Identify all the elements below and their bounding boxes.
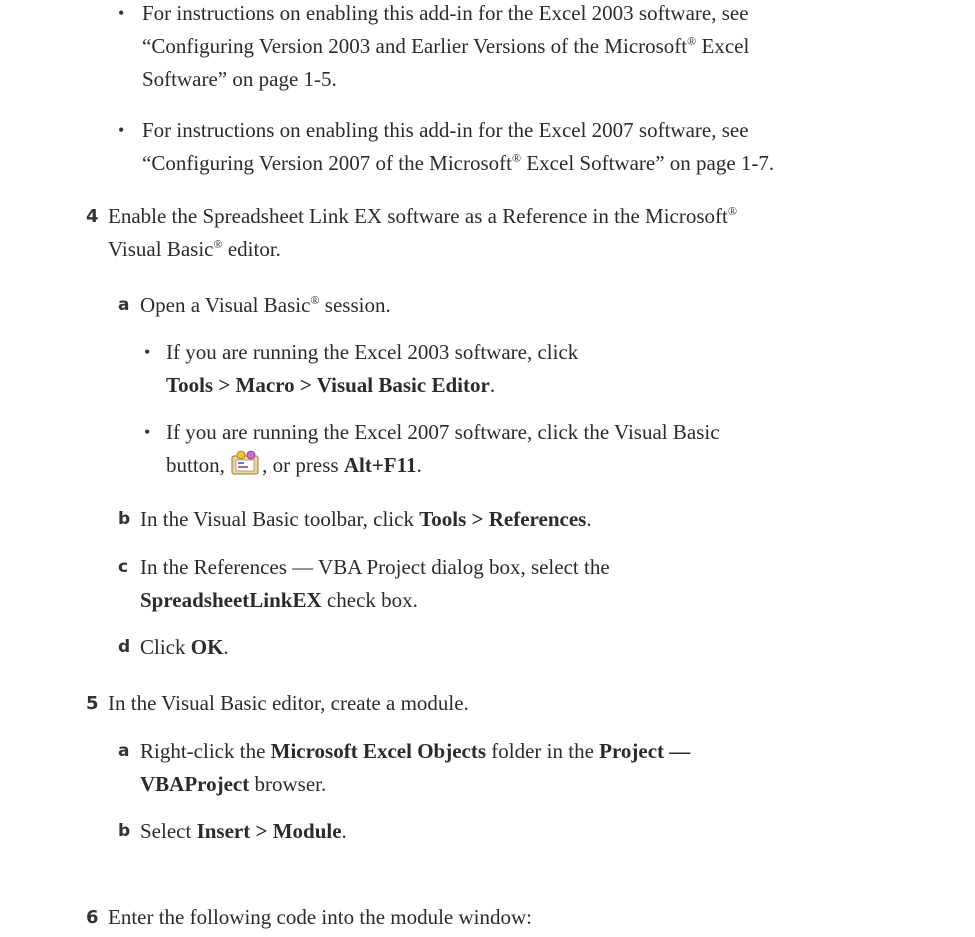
- bullet-text-line: button, , or press Alt+F11.: [166, 449, 720, 482]
- bullet-text-line: If you are running the Excel 2003 softwa…: [166, 340, 579, 364]
- substep-text: Click OK.: [140, 635, 229, 659]
- visual-basic-ribbon-icon: [230, 450, 262, 476]
- substep-4b: b In the Visual Basic toolbar, click Too…: [118, 503, 592, 536]
- substep-text: In the References — VBA Project dialog b…: [140, 555, 610, 579]
- checkbox-name: SpreadsheetLinkEX: [140, 588, 322, 612]
- list-item: • If you are running the Excel 2007 soft…: [144, 416, 720, 482]
- menu-path: Tools > References: [419, 507, 587, 531]
- substep-4a: a Open a Visual Basic® session.: [118, 289, 391, 322]
- shortcut-key: Alt+F11: [343, 453, 417, 477]
- bullet: •: [144, 342, 151, 362]
- list-item: • For instructions on enabling this add-…: [118, 0, 749, 96]
- button-name: OK: [190, 635, 224, 659]
- substep-letter: a: [118, 741, 130, 761]
- substep-text: Open a Visual Basic® session.: [140, 293, 391, 317]
- step-number: 6: [86, 907, 99, 928]
- substep-letter: a: [118, 295, 130, 315]
- step-6: 6 Enter the following code into the modu…: [86, 901, 532, 934]
- substep-4d: d Click OK.: [118, 631, 229, 664]
- substep-5a: a Right-click the Microsoft Excel Object…: [118, 735, 690, 801]
- list-item: • If you are running the Excel 2003 soft…: [144, 336, 578, 402]
- substep-text: Right-click the Microsoft Excel Objects …: [140, 739, 691, 763]
- substep-text: VBAProject browser.: [140, 772, 327, 796]
- substep-4c: c In the References — VBA Project dialog…: [118, 551, 610, 617]
- bullet-text-line: For instructions on enabling this add-in…: [142, 118, 749, 142]
- step-text-line: In the Visual Basic editor, create a mod…: [108, 691, 469, 715]
- step-number: 4: [86, 206, 99, 227]
- substep-text: Select Insert > Module.: [140, 819, 347, 843]
- bullet-text-line: “Configuring Version 2003 and Earlier Ve…: [142, 34, 750, 58]
- browser-name: VBAProject: [140, 772, 250, 796]
- bullet-text-line: For instructions on enabling this add-in…: [142, 1, 749, 25]
- bullet: •: [118, 120, 125, 140]
- bullet: •: [144, 422, 151, 442]
- step-number: 5: [86, 693, 99, 714]
- menu-path: Tools > Macro > Visual Basic Editor: [166, 373, 490, 397]
- folder-name: Microsoft Excel Objects: [270, 739, 487, 763]
- bullet-text-line: Software” on page 1-5.: [142, 67, 337, 91]
- list-item: • For instructions on enabling this add-…: [118, 114, 774, 180]
- bullet-text-line: Tools > Macro > Visual Basic Editor.: [166, 373, 496, 397]
- step-text-line: Visual Basic® editor.: [108, 237, 281, 261]
- substep-letter: b: [118, 821, 131, 841]
- menu-path: Insert > Module: [196, 819, 342, 843]
- step-4: 4 Enable the Spreadsheet Link EX softwar…: [86, 200, 737, 266]
- step-text-line: Enter the following code into the module…: [108, 905, 532, 929]
- step-text-line: Enable the Spreadsheet Link EX software …: [108, 204, 737, 228]
- substep-text: In the Visual Basic toolbar, click Tools…: [140, 507, 592, 531]
- bullet-text-line: “Configuring Version 2007 of the Microso…: [142, 151, 775, 175]
- substep-5b: b Select Insert > Module.: [118, 815, 347, 848]
- substep-letter: d: [118, 637, 131, 657]
- bullet-text-line: If you are running the Excel 2007 softwa…: [166, 420, 720, 444]
- browser-name: Project —: [599, 739, 691, 763]
- substep-letter: c: [118, 557, 129, 577]
- substep-letter: b: [118, 509, 131, 529]
- bullet: •: [118, 3, 125, 23]
- substep-text: SpreadsheetLinkEX check box.: [140, 588, 418, 612]
- step-5: 5 In the Visual Basic editor, create a m…: [86, 687, 469, 720]
